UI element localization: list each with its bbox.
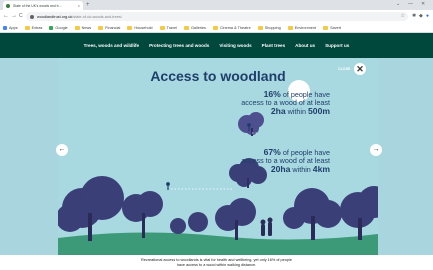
- close-icon[interactable]: ✕: [354, 63, 366, 75]
- forest-trees-shape: [58, 176, 378, 241]
- bookmark-label: Shopping: [264, 25, 281, 30]
- bookmark-shopping[interactable]: Shopping: [257, 25, 281, 30]
- folder-icon: [127, 25, 133, 30]
- url-host: woodlandtrust.org.uk: [37, 14, 73, 19]
- bookmark-label: Apps: [9, 25, 18, 30]
- nav-item-plant-trees[interactable]: Plant trees: [262, 43, 286, 48]
- bookmark-label: Household: [134, 25, 153, 30]
- browser-toolbar: ← → C woodlandtrust.org.uk/state-of-uk-w…: [0, 10, 433, 23]
- bookmark-financial[interactable]: Financial: [98, 25, 121, 30]
- back-icon[interactable]: ←: [3, 12, 9, 21]
- url-path: /state-of-uk-woods-and-trees/: [72, 14, 122, 19]
- caption-line: Recreational access to woodlands is vita…: [141, 258, 292, 262]
- stat-text: within: [292, 165, 311, 175]
- bookmark-label: Environment: [294, 25, 317, 30]
- folder-icon: [74, 25, 80, 30]
- nav-item-visiting-woods[interactable]: Visiting woods: [219, 43, 251, 48]
- bookmark-label: Galleries: [190, 25, 206, 30]
- bookmark-label: Savert: [330, 25, 342, 30]
- lock-icon: [30, 14, 34, 19]
- bookmark-google[interactable]: Google: [49, 25, 68, 30]
- tab-title: State of the UK's woods and tr…: [13, 3, 63, 8]
- content-stage: Access to woodland 16% of people have ac…: [0, 58, 433, 255]
- minimize-icon[interactable]: —: [408, 0, 413, 9]
- next-slide-peek: [378, 58, 433, 255]
- browser-tab[interactable]: State of the UK's woods and tr… ×: [3, 1, 83, 10]
- folder-icon: [287, 25, 293, 30]
- bookmark-extras[interactable]: Extras: [24, 25, 43, 30]
- nav-item-protecting-trees-and-woods[interactable]: Protecting trees and woods: [149, 43, 209, 48]
- bookmark-apps[interactable]: Apps: [3, 25, 18, 30]
- stat-block-travel: 67% of people have access to a wood of a…: [241, 148, 330, 175]
- bookmarks-bar: Apps Extras Google News Financial Household Tr…: [0, 23, 433, 33]
- url-text: woodlandtrust.org.uk/state-of-uk-woods-a…: [37, 15, 122, 19]
- bookmark-household[interactable]: Household: [127, 25, 153, 30]
- stat-distance: 4km: [312, 164, 330, 175]
- extension-icon[interactable]: ◆: [419, 13, 423, 20]
- previous-arrow-icon[interactable]: ←: [56, 144, 68, 156]
- apps-grid-icon: [3, 25, 7, 30]
- close-label[interactable]: CLOSE: [338, 67, 350, 71]
- new-tab-button[interactable]: +: [86, 1, 90, 9]
- folder-icon: [212, 25, 218, 30]
- nav-item-support-us[interactable]: Support us: [325, 43, 349, 48]
- profile-avatar-icon[interactable]: ●: [426, 13, 429, 20]
- slide-caption: Recreational access to woodlands is vita…: [0, 258, 433, 268]
- stat-block-walking: 16% of people have access to a wood of a…: [241, 90, 330, 117]
- folder-icon: [159, 25, 165, 30]
- reload-icon[interactable]: C: [19, 12, 23, 21]
- stat-size: 20ha: [270, 164, 291, 175]
- bookmark-galleries[interactable]: Galleries: [183, 25, 206, 30]
- previous-slide-peek: [0, 58, 58, 255]
- infographic-slide: Access to woodland 16% of people have ac…: [58, 58, 378, 255]
- ground-shape: [58, 232, 378, 255]
- people-walking-shape: [260, 217, 273, 236]
- extension-icon[interactable]: ✱: [412, 13, 416, 20]
- woodland-illustration: [58, 80, 378, 255]
- bookmark-travel[interactable]: Travel: [159, 25, 177, 30]
- site-navigation: Trees, woods and wildlife Protecting tree…: [0, 33, 433, 58]
- folder-icon: [24, 25, 30, 30]
- stat-distance: 500m: [308, 106, 330, 117]
- address-bar[interactable]: woodlandtrust.org.uk/state-of-uk-woods-a…: [26, 12, 408, 21]
- bookmark-environment[interactable]: Environment: [287, 25, 317, 30]
- bookmark-label: Extras: [31, 25, 43, 30]
- bookmark-label: Travel: [166, 25, 177, 30]
- bookmark-label: News: [81, 25, 92, 30]
- bookmark-label: Google: [55, 25, 68, 30]
- tab-search-icon[interactable]: ⌄: [396, 0, 400, 9]
- folder-icon: [257, 25, 263, 30]
- caption-line: have access to a wood within walking dis…: [176, 263, 257, 267]
- tab-close-icon[interactable]: ×: [78, 3, 83, 8]
- stat-size: 2ha: [270, 106, 286, 117]
- close-window-icon[interactable]: ✕: [421, 0, 425, 9]
- bookmark-star-icon[interactable]: ☆: [401, 12, 405, 21]
- bookmark-savert[interactable]: Savert: [323, 25, 342, 30]
- bookmark-cinema-theatre[interactable]: Cinema & Theatre: [212, 25, 251, 30]
- folder-icon: [183, 25, 189, 30]
- nav-item-about-us[interactable]: About us: [295, 43, 315, 48]
- browser-tab-strip: State of the UK's woods and tr… × + ⌄ — …: [0, 0, 433, 10]
- google-icon: [49, 25, 54, 30]
- folder-icon: [98, 25, 104, 30]
- slide-title: Access to woodland: [150, 68, 286, 84]
- bookmark-label: Cinema & Theatre: [219, 25, 251, 30]
- forward-icon[interactable]: →: [11, 12, 17, 21]
- bookmark-news[interactable]: News: [74, 25, 92, 30]
- folder-icon: [323, 25, 329, 30]
- walker-figure-icon: [166, 182, 170, 190]
- tree-favicon-icon: [6, 3, 10, 8]
- nav-item-trees-woods-and-wildlife[interactable]: Trees, woods and wildlife: [84, 43, 139, 48]
- next-arrow-icon[interactable]: →: [370, 144, 382, 156]
- bookmark-label: Financial: [105, 25, 121, 30]
- stat-text: within: [287, 107, 307, 117]
